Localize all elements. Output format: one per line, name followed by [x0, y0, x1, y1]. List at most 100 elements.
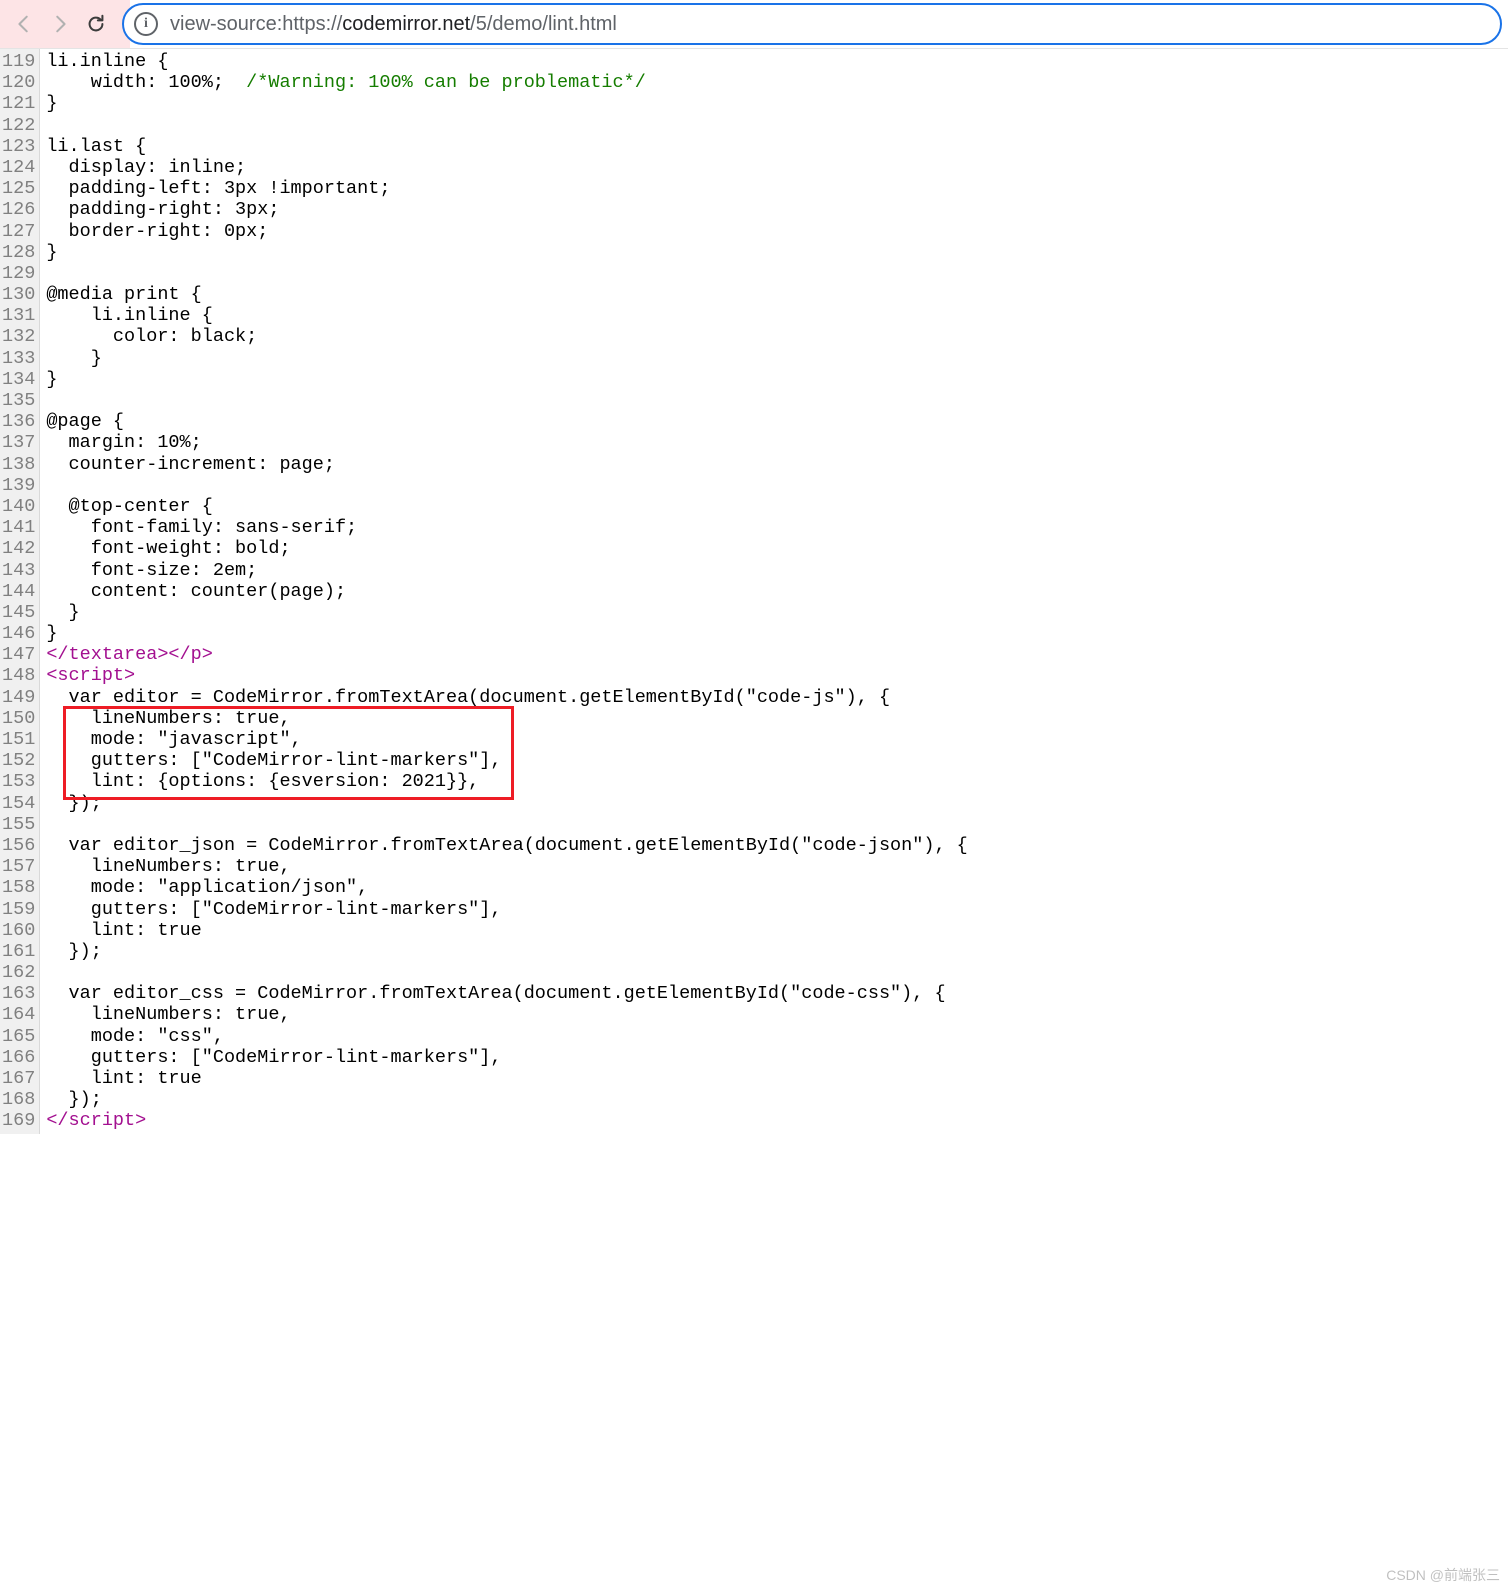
source-line: lint: true [46, 920, 967, 941]
source-line: gutters: ["CodeMirror-lint-markers"], [46, 1047, 967, 1068]
source-line: content: counter(page); [46, 581, 967, 602]
reload-icon [85, 13, 107, 35]
source-line [46, 115, 967, 136]
source-line: }); [46, 793, 967, 814]
line-number: 151 [2, 729, 35, 750]
source-line: mode: "application/json", [46, 877, 967, 898]
source-line [46, 475, 967, 496]
line-number: 126 [2, 199, 35, 220]
source-line: @media print { [46, 284, 967, 305]
watermark: CSDN @前端张三 [1386, 1568, 1500, 1584]
line-number: 154 [2, 793, 35, 814]
line-number: 158 [2, 877, 35, 898]
line-number: 164 [2, 1004, 35, 1025]
line-number-gutter: 1191201211221231241251261271281291301311… [0, 49, 40, 1134]
line-number: 159 [2, 899, 35, 920]
source-line: width: 100%; /*Warning: 100% can be prob… [46, 72, 967, 93]
line-number: 156 [2, 835, 35, 856]
line-number: 130 [2, 284, 35, 305]
line-number: 141 [2, 517, 35, 538]
site-info-icon[interactable]: i [134, 12, 158, 36]
source-line: lineNumbers: true, [46, 708, 967, 729]
source-line: } [46, 602, 967, 623]
line-number: 121 [2, 93, 35, 114]
browser-toolbar: i view-source:https://codemirror.net/5/d… [0, 0, 1508, 49]
source-code[interactable]: li.inline { width: 100%; /*Warning: 100%… [40, 49, 967, 1134]
source-line: counter-increment: page; [46, 454, 967, 475]
source-line: li.inline { [46, 51, 967, 72]
line-number: 129 [2, 263, 35, 284]
line-number: 140 [2, 496, 35, 517]
source-line: margin: 10%; [46, 432, 967, 453]
source-line: mode: "javascript", [46, 729, 967, 750]
forward-button[interactable] [42, 6, 78, 42]
source-line: lineNumbers: true, [46, 1004, 967, 1025]
source-line: mode: "css", [46, 1026, 967, 1047]
line-number: 143 [2, 560, 35, 581]
line-number: 144 [2, 581, 35, 602]
line-number: 128 [2, 242, 35, 263]
source-line: display: inline; [46, 157, 967, 178]
source-line: border-right: 0px; [46, 221, 967, 242]
source-line: li.last { [46, 136, 967, 157]
line-number: 161 [2, 941, 35, 962]
line-number: 122 [2, 115, 35, 136]
line-number: 167 [2, 1068, 35, 1089]
line-number: 148 [2, 665, 35, 686]
line-number: 133 [2, 348, 35, 369]
line-number: 166 [2, 1047, 35, 1068]
source-line [46, 263, 967, 284]
line-number: 123 [2, 136, 35, 157]
line-number: 142 [2, 538, 35, 559]
line-number: 138 [2, 454, 35, 475]
source-line: } [46, 623, 967, 644]
source-line: font-family: sans-serif; [46, 517, 967, 538]
arrow-right-icon [49, 13, 71, 35]
back-button[interactable] [6, 6, 42, 42]
line-number: 162 [2, 962, 35, 983]
line-number: 139 [2, 475, 35, 496]
line-number: 163 [2, 983, 35, 1004]
url-text: view-source:https://codemirror.net/5/dem… [170, 13, 617, 36]
line-number: 136 [2, 411, 35, 432]
source-line: } [46, 93, 967, 114]
source-line: var editor = CodeMirror.fromTextArea(doc… [46, 687, 967, 708]
source-line [46, 962, 967, 983]
line-number: 147 [2, 644, 35, 665]
line-number: 131 [2, 305, 35, 326]
source-line: li.inline { [46, 305, 967, 326]
line-number: 146 [2, 623, 35, 644]
source-line: </script> [46, 1110, 967, 1131]
line-number: 160 [2, 920, 35, 941]
line-number: 150 [2, 708, 35, 729]
line-number: 168 [2, 1089, 35, 1110]
line-number: 135 [2, 390, 35, 411]
line-number: 157 [2, 856, 35, 877]
source-line: </textarea></p> [46, 644, 967, 665]
line-number: 165 [2, 1026, 35, 1047]
source-line: } [46, 348, 967, 369]
line-number: 132 [2, 326, 35, 347]
source-line: }); [46, 1089, 967, 1110]
source-line: gutters: ["CodeMirror-lint-markers"], [46, 750, 967, 771]
source-line [46, 390, 967, 411]
address-bar[interactable]: i view-source:https://codemirror.net/5/d… [122, 3, 1502, 45]
source-line: @top-center { [46, 496, 967, 517]
line-number: 134 [2, 369, 35, 390]
source-line [46, 814, 967, 835]
reload-button[interactable] [78, 6, 114, 42]
source-line: font-size: 2em; [46, 560, 967, 581]
source-line: color: black; [46, 326, 967, 347]
line-number: 120 [2, 72, 35, 93]
line-number: 137 [2, 432, 35, 453]
source-line: }); [46, 941, 967, 962]
source-line: gutters: ["CodeMirror-lint-markers"], [46, 899, 967, 920]
source-line: } [46, 369, 967, 390]
line-number: 125 [2, 178, 35, 199]
line-number: 153 [2, 771, 35, 792]
source-line: padding-left: 3px !important; [46, 178, 967, 199]
source-line: lineNumbers: true, [46, 856, 967, 877]
line-number: 149 [2, 687, 35, 708]
line-number: 169 [2, 1110, 35, 1131]
source-line: } [46, 242, 967, 263]
